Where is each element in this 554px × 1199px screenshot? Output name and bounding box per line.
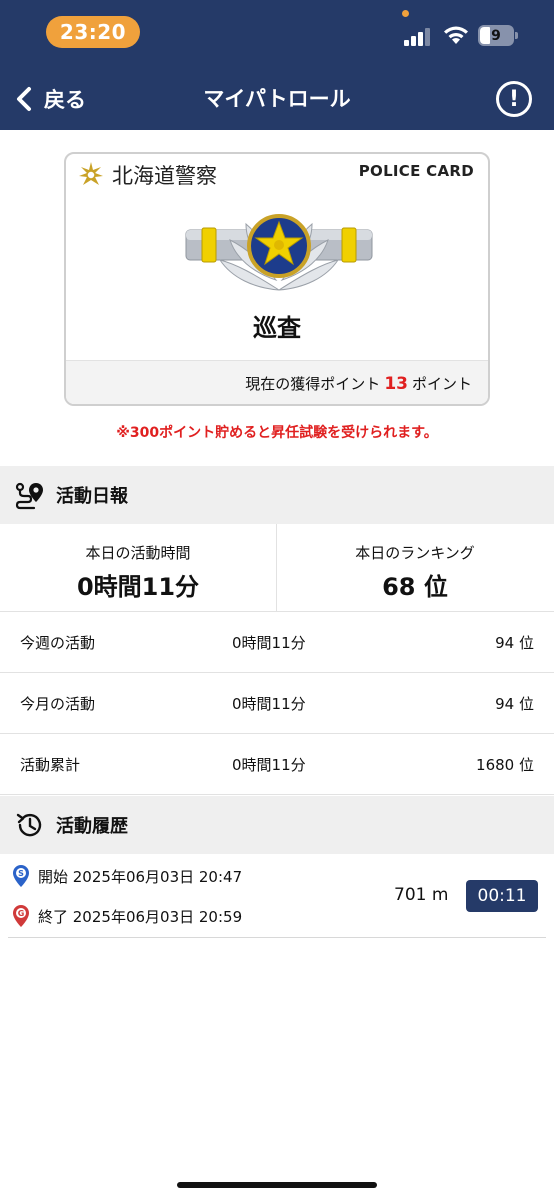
section-activity-history: 活動履歴 xyxy=(0,796,554,854)
stat-duration: 0時間11分 xyxy=(232,634,306,652)
section-daily-report: 活動日報 xyxy=(0,466,554,524)
cellular-signal-icon xyxy=(404,28,434,46)
points-suffix: ポイント xyxy=(411,375,472,393)
stat-row-month: 今月の活動 0時間11分 94 位 xyxy=(0,673,554,734)
start-pin-icon: S xyxy=(13,865,29,887)
route-pin-icon xyxy=(15,482,43,510)
privacy-indicator-dot xyxy=(402,10,409,17)
history-item[interactable]: S 開始 2025年06月03日 20:47 G 終了 2025年06月03日 … xyxy=(8,856,546,938)
stat-rank: 94 位 xyxy=(495,634,534,652)
police-card: 北海道警察 POLICE CARD 巡査 現在の獲得ポイント 13 ポイント xyxy=(64,152,490,406)
today-rank-label: 本日のランキング xyxy=(355,544,475,562)
home-indicator[interactable] xyxy=(177,1182,377,1188)
today-time-value: 0時間11分 xyxy=(76,573,200,601)
stat-duration: 0時間11分 xyxy=(232,756,306,774)
back-button[interactable]: 戻る xyxy=(10,80,86,118)
card-footer: 現在の獲得ポイント 13 ポイント xyxy=(66,360,488,404)
section-title: 活動日報 xyxy=(56,486,128,507)
exclamation-icon: ! xyxy=(508,86,520,112)
today-time-label: 本日の活動時間 xyxy=(85,544,191,562)
rank-title: 巡査 xyxy=(253,314,301,342)
card-organization: 北海道警察 xyxy=(112,164,217,188)
stat-label: 今月の活動 xyxy=(20,695,96,713)
svg-text:G: G xyxy=(18,909,25,918)
wifi-icon xyxy=(444,26,468,44)
rank-insignia-icon xyxy=(185,214,373,291)
stat-rank: 1680 位 xyxy=(476,756,534,774)
points-value: 13 xyxy=(384,374,408,394)
goal-pin-icon: G xyxy=(13,905,29,927)
history-clock-icon xyxy=(16,813,42,837)
svg-text:S: S xyxy=(18,869,24,878)
history-distance: 701 m xyxy=(394,885,449,905)
nav-bar: 戻る マイパトロール ! xyxy=(0,68,554,130)
stat-row-week: 今週の活動 0時間11分 94 位 xyxy=(0,612,554,673)
daily-summary: 本日の活動時間 0時間11分 本日のランキング 68 位 xyxy=(0,524,554,612)
section-title: 活動履歴 xyxy=(56,816,128,837)
chevron-left-icon xyxy=(17,87,31,111)
today-ranking: 本日のランキング 68 位 xyxy=(277,524,553,612)
history-start-text: 開始 2025年06月03日 20:47 xyxy=(38,867,243,886)
back-button-label: 戻る xyxy=(44,88,86,112)
stat-rank: 94 位 xyxy=(495,695,534,713)
battery-icon: 9 xyxy=(478,25,518,46)
history-start: S 開始 2025年06月03日 20:47 xyxy=(12,864,242,888)
history-duration-badge: 00:11 xyxy=(466,880,538,912)
today-rank-value: 68 位 xyxy=(382,573,448,601)
stat-label: 活動累計 xyxy=(20,756,81,774)
current-points: 現在の獲得ポイント 13 ポイント xyxy=(245,373,472,394)
info-button[interactable]: ! xyxy=(496,81,532,117)
battery-level: 9 xyxy=(491,27,501,44)
points-prefix: 現在の獲得ポイント xyxy=(245,375,381,393)
police-emblem-icon xyxy=(79,162,103,185)
card-header: 北海道警察 xyxy=(76,160,217,190)
status-bar: 23:20 9 xyxy=(0,0,554,68)
today-activity-time: 本日の活動時間 0時間11分 xyxy=(0,524,276,612)
status-time: 23:20 xyxy=(46,16,140,48)
promotion-notice: ※300ポイント貯めると昇任試験を受けられます。 xyxy=(116,425,438,441)
stat-label: 今週の活動 xyxy=(20,634,96,652)
history-end: G 終了 2025年06月03日 20:59 xyxy=(12,904,242,928)
card-type-label: POLICE CARD xyxy=(358,162,474,180)
history-end-text: 終了 2025年06月03日 20:59 xyxy=(38,907,243,926)
stat-duration: 0時間11分 xyxy=(232,695,306,713)
stat-row-total: 活動累計 0時間11分 1680 位 xyxy=(0,734,554,795)
